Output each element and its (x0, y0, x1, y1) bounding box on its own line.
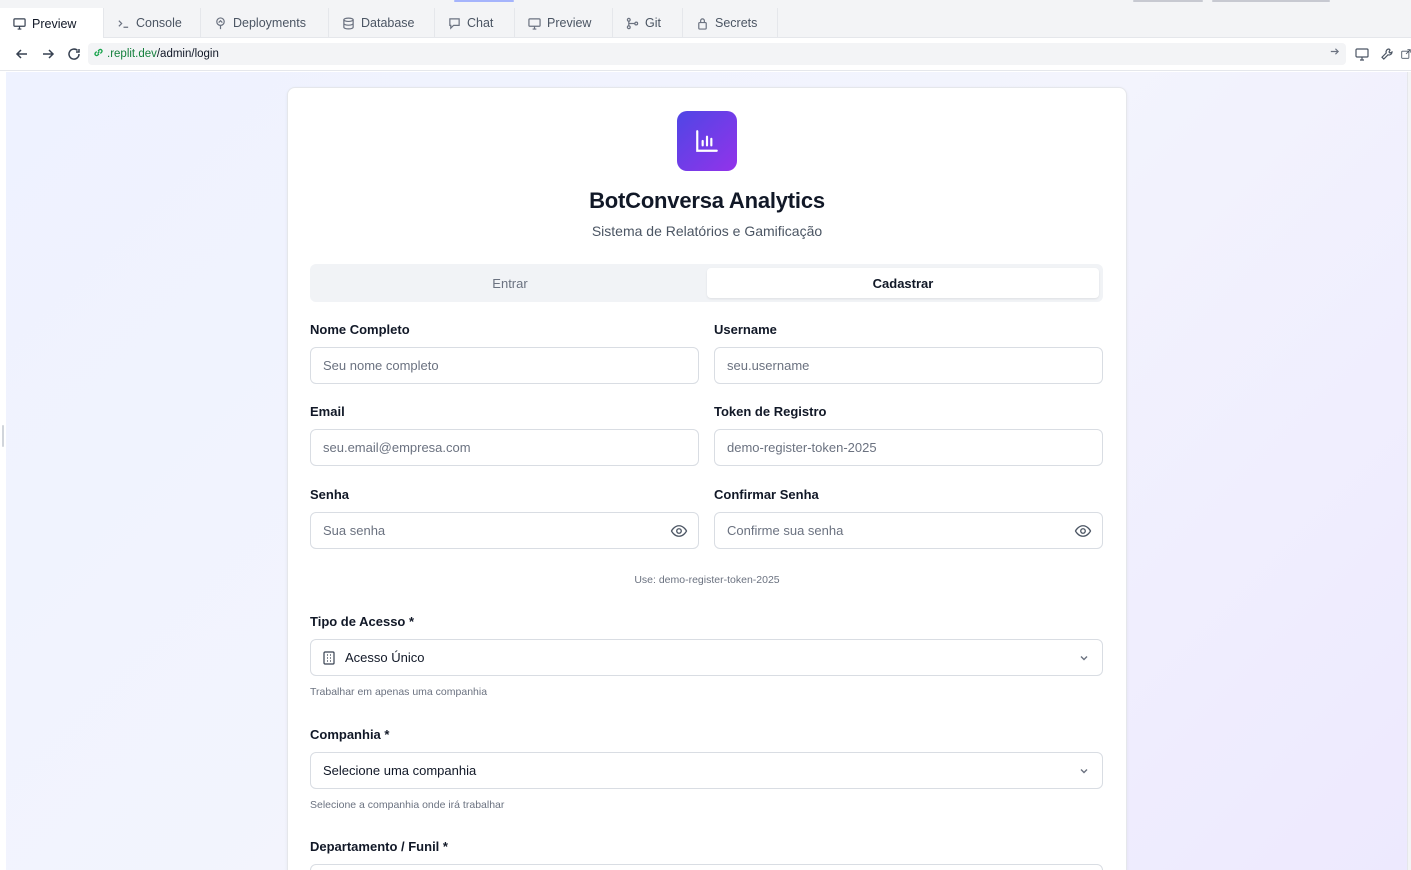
company-select[interactable]: Selecione uma companhia (310, 752, 1103, 789)
browser-url-bar: .replit.dev/admin/login (0, 38, 1411, 71)
tab-console[interactable]: Console (104, 8, 201, 38)
email-label: Email (310, 404, 345, 419)
password-placeholder: Sua senha (323, 523, 386, 538)
url-path: /admin/login (156, 48, 219, 60)
forward-arrow-icon[interactable] (40, 46, 56, 62)
tab-label: Secrets (715, 16, 758, 30)
devices-icon[interactable] (1354, 46, 1370, 62)
tab-label: Console (136, 16, 182, 30)
token-placeholder: demo-register-token-2025 (727, 440, 877, 455)
department-label: Departamento / Funil * (310, 839, 448, 854)
email-placeholder: seu.email@empresa.com (323, 440, 471, 455)
chat-icon (447, 16, 461, 30)
access-type-select[interactable]: Acesso Único (310, 639, 1103, 676)
app-logo (677, 111, 737, 171)
eye-icon[interactable] (670, 522, 688, 540)
app-subtitle: Sistema de Relatórios e Gamificação (591, 223, 823, 239)
monitor-icon (527, 16, 541, 30)
monitor-icon (12, 17, 26, 31)
full-name-input[interactable]: Seu nome completo (310, 347, 699, 384)
department-select[interactable] (310, 864, 1103, 870)
deploy-icon (213, 16, 227, 30)
register-card: BotConversa Analytics Sistema de Relatór… (287, 87, 1127, 870)
auth-mode-tabs: Entrar Cadastrar (310, 264, 1103, 302)
tab-label: Git (645, 16, 661, 30)
tab-label: Chat (467, 16, 494, 30)
eye-icon[interactable] (1074, 522, 1092, 540)
window-indicator (1133, 0, 1203, 2)
username-placeholder: seu.username (727, 358, 810, 373)
tab-register[interactable]: Cadastrar (707, 268, 1099, 298)
url-domain: .replit.dev (107, 48, 157, 60)
git-icon (625, 16, 639, 30)
back-arrow-icon[interactable] (14, 46, 30, 62)
confirm-password-label: Confirmar Senha (714, 487, 819, 502)
company-hint: Selecione a companhia onde irá trabalhar (310, 799, 505, 811)
company-value: Selecione uma companhia (323, 763, 477, 778)
window-indicator (454, 0, 514, 2)
tab-preview-secondary[interactable]: Preview (515, 8, 613, 38)
url-input[interactable]: .replit.dev/admin/login (88, 43, 1346, 65)
terminal-icon (116, 16, 130, 30)
window-indicator (1212, 0, 1330, 2)
link-icon (93, 47, 104, 61)
password-label: Senha (310, 487, 350, 502)
confirm-password-input[interactable]: Confirme sua senha (714, 512, 1103, 549)
tab-label: Preview (32, 16, 77, 31)
full-name-label: Nome Completo (310, 322, 410, 337)
reload-icon[interactable] (66, 46, 82, 62)
password-input[interactable]: Sua senha (310, 512, 699, 549)
tab-label: Deployments (233, 16, 306, 30)
token-hint: Use: demo-register-token-2025 (634, 574, 780, 586)
external-link-icon[interactable] (1401, 46, 1411, 62)
tab-login[interactable]: Entrar (314, 268, 706, 298)
wrench-icon[interactable] (1379, 46, 1395, 62)
scrollbar[interactable] (1407, 72, 1411, 870)
building-icon (323, 650, 335, 665)
chevron-down-icon (1078, 765, 1090, 777)
app-title: BotConversa Analytics (589, 188, 825, 213)
tab-label: Database (361, 16, 415, 30)
chevron-down-icon (1078, 652, 1090, 664)
access-type-label: Tipo de Acesso * (310, 614, 415, 629)
window-top-strip (0, 0, 1411, 8)
email-input[interactable]: seu.email@empresa.com (310, 429, 699, 466)
tab-secrets[interactable]: Secrets (683, 8, 778, 38)
token-input[interactable]: demo-register-token-2025 (714, 429, 1103, 466)
token-label: Token de Registro (714, 404, 827, 419)
access-type-hint: Trabalhar em apenas uma companhia (310, 686, 488, 698)
tab-chat[interactable]: Chat (435, 8, 515, 38)
tab-label: Preview (547, 16, 592, 30)
resize-handle[interactable] (2, 425, 4, 447)
database-icon (341, 16, 355, 30)
bar-chart-icon (696, 130, 718, 152)
tab-database[interactable]: Database (329, 8, 435, 38)
confirm-password-placeholder: Confirme sua senha (727, 523, 844, 538)
full-name-placeholder: Seu nome completo (323, 358, 439, 373)
tab-preview[interactable]: Preview (0, 8, 104, 39)
workspace-tab-bar: Preview Console Deployments Database Cha… (0, 8, 1411, 39)
company-label: Companhia * (310, 727, 390, 742)
go-arrow-icon[interactable] (1329, 46, 1340, 60)
username-label: Username (714, 322, 777, 337)
tab-deployments[interactable]: Deployments (201, 8, 329, 38)
access-type-value: Acesso Único (345, 650, 425, 665)
tab-git[interactable]: Git (613, 8, 683, 38)
lock-icon (695, 16, 709, 30)
username-input[interactable]: seu.username (714, 347, 1103, 384)
preview-viewport: BotConversa Analytics Sistema de Relatór… (6, 72, 1407, 870)
